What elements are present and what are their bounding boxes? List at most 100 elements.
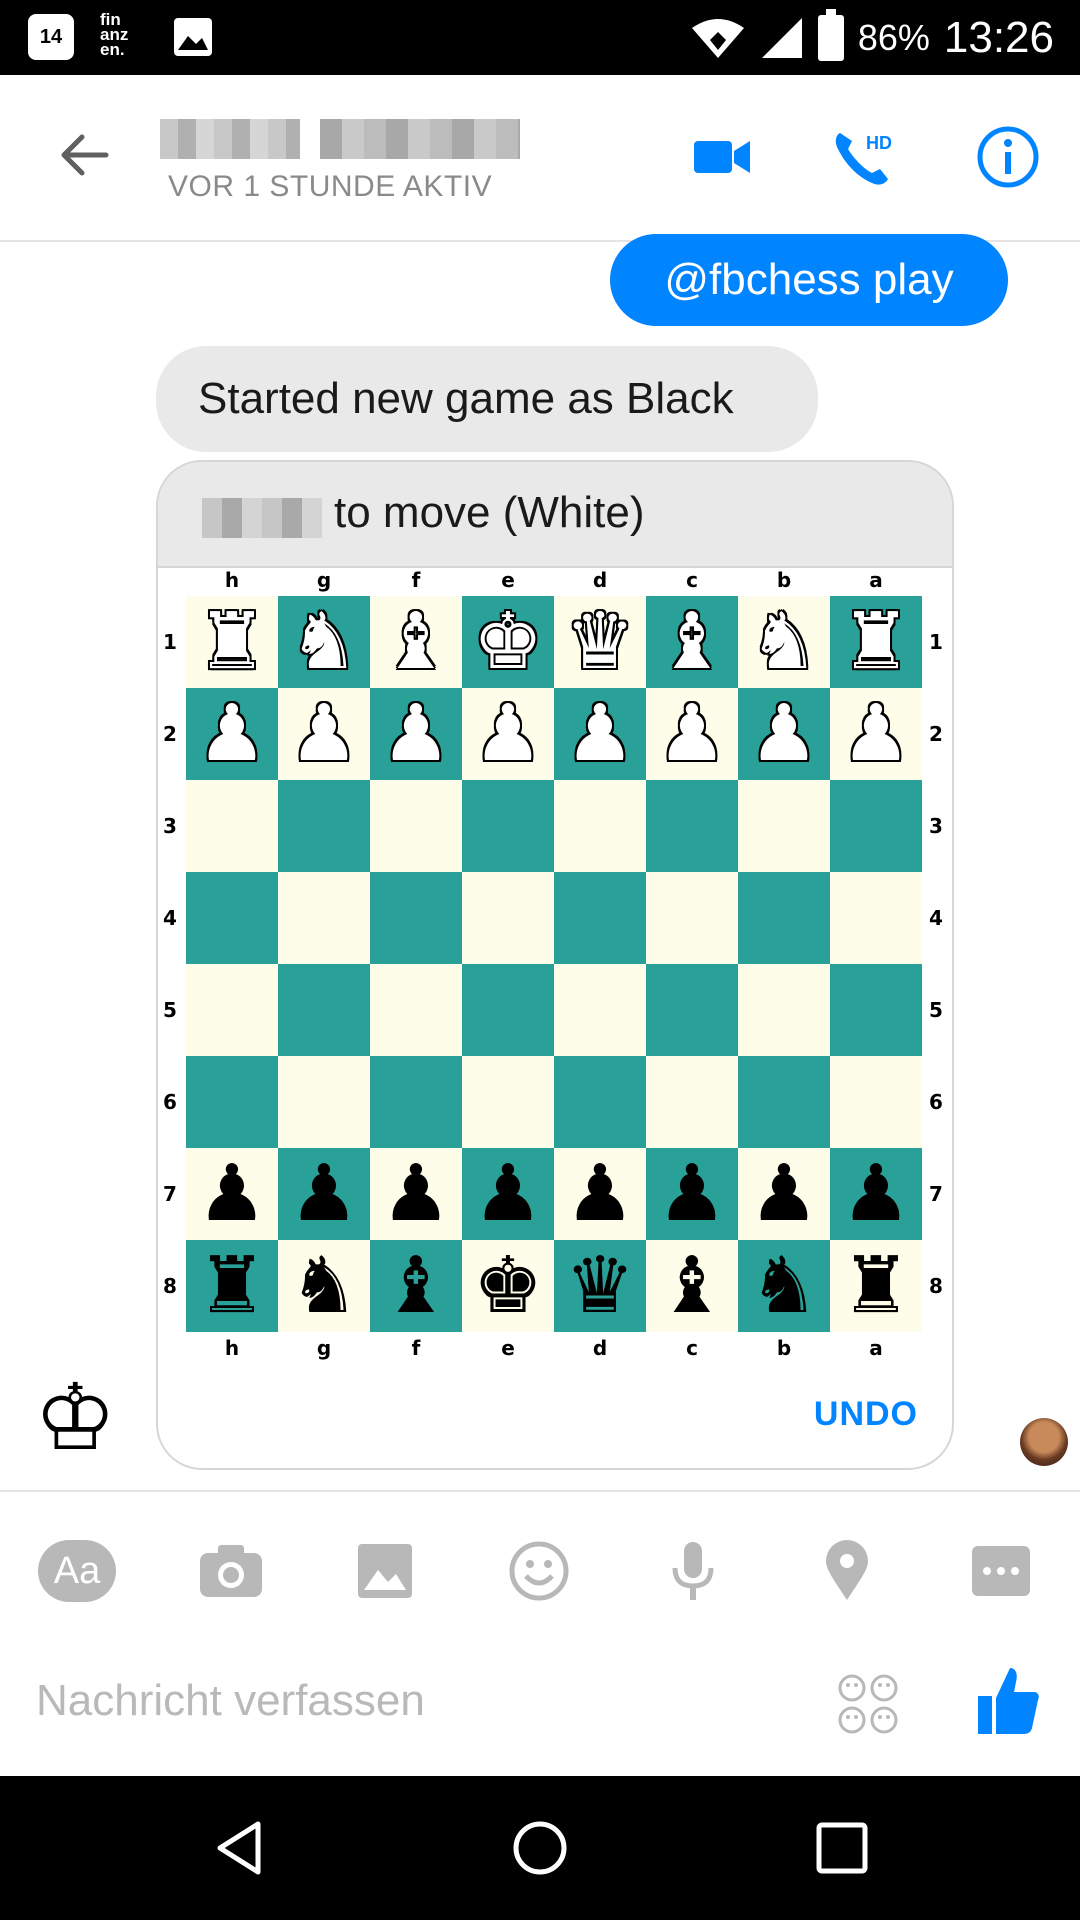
board-square-g6[interactable] [278,1056,370,1148]
board-square-b8[interactable]: ♞ [738,1240,830,1332]
board-square-h6[interactable] [186,1056,278,1148]
board-square-h7[interactable]: ♟ [186,1148,278,1240]
white-knight-piece[interactable]: ♞ [749,603,819,681]
board-square-c3[interactable] [646,780,738,872]
black-king-piece[interactable]: ♚ [473,1247,543,1325]
info-icon[interactable] [976,125,1040,189]
board-square-h8[interactable]: ♜ [186,1240,278,1332]
board-square-e5[interactable] [462,964,554,1056]
board-square-c7[interactable]: ♟ [646,1148,738,1240]
white-queen-piece[interactable]: ♛ [565,603,635,681]
black-bishop-piece[interactable]: ♝ [381,1247,451,1325]
black-knight-piece[interactable]: ♞ [749,1247,819,1325]
board-square-h1[interactable]: ♜ [186,596,278,688]
board-square-c5[interactable] [646,964,738,1056]
emoji-button[interactable] [500,1532,578,1610]
black-pawn-piece[interactable]: ♟ [197,1155,267,1233]
white-rook-piece[interactable]: ♜ [197,603,267,681]
gallery-button[interactable] [346,1532,424,1610]
white-rook-piece[interactable]: ♜ [841,603,911,681]
board-square-a8[interactable]: ♜ [830,1240,922,1332]
board-square-b5[interactable] [738,964,830,1056]
board-square-f6[interactable] [370,1056,462,1148]
camera-button[interactable] [192,1532,270,1610]
back-nav-icon[interactable] [212,1820,268,1876]
board-square-e1[interactable]: ♚ [462,596,554,688]
white-pawn-piece[interactable]: ♟ [841,695,911,773]
board-square-d5[interactable] [554,964,646,1056]
board-square-e4[interactable] [462,872,554,964]
black-knight-piece[interactable]: ♞ [289,1247,359,1325]
recents-nav-icon[interactable] [814,1820,870,1876]
white-pawn-piece[interactable]: ♟ [197,695,267,773]
board-square-g2[interactable]: ♟ [278,688,370,780]
board-square-d6[interactable] [554,1056,646,1148]
board-square-g4[interactable] [278,872,370,964]
board-square-d4[interactable] [554,872,646,964]
text-format-button[interactable]: Aa [38,1532,116,1610]
white-pawn-piece[interactable]: ♟ [473,695,543,773]
board-square-a7[interactable]: ♟ [830,1148,922,1240]
black-pawn-piece[interactable]: ♟ [749,1155,819,1233]
white-pawn-piece[interactable]: ♟ [565,695,635,773]
black-bishop-piece[interactable]: ♝ [657,1247,727,1325]
board-square-f5[interactable] [370,964,462,1056]
white-king-piece[interactable]: ♚ [473,603,543,681]
microphone-button[interactable] [654,1532,732,1610]
board-square-b3[interactable] [738,780,830,872]
board-square-a2[interactable]: ♟ [830,688,922,780]
hd-call-icon[interactable]: HD [830,125,894,189]
board-square-e6[interactable] [462,1056,554,1148]
board-square-g1[interactable]: ♞ [278,596,370,688]
more-button[interactable] [962,1532,1040,1610]
board-square-b1[interactable]: ♞ [738,596,830,688]
board-square-b4[interactable] [738,872,830,964]
board-square-f8[interactable]: ♝ [370,1240,462,1332]
white-knight-piece[interactable]: ♞ [289,603,359,681]
black-rook-piece[interactable]: ♜ [197,1247,267,1325]
black-pawn-piece[interactable]: ♟ [841,1155,911,1233]
white-bishop-piece[interactable]: ♝ [657,603,727,681]
board-square-b2[interactable]: ♟ [738,688,830,780]
board-square-g3[interactable] [278,780,370,872]
board-square-g8[interactable]: ♞ [278,1240,370,1332]
message-input[interactable]: Nachricht verfassen [36,1676,425,1726]
stickers-icon[interactable] [836,1672,900,1736]
board-square-a5[interactable] [830,964,922,1056]
board-square-c8[interactable]: ♝ [646,1240,738,1332]
video-call-icon[interactable] [690,125,754,189]
contact-name-blurred[interactable] [160,119,520,159]
black-pawn-piece[interactable]: ♟ [565,1155,635,1233]
board-square-d1[interactable]: ♛ [554,596,646,688]
board-square-a6[interactable] [830,1056,922,1148]
black-rook-piece[interactable]: ♜ [841,1247,911,1325]
thumbs-up-icon[interactable] [976,1664,1040,1736]
board-square-g5[interactable] [278,964,370,1056]
board-square-d7[interactable]: ♟ [554,1148,646,1240]
board-square-g7[interactable]: ♟ [278,1148,370,1240]
black-pawn-piece[interactable]: ♟ [473,1155,543,1233]
board-square-a3[interactable] [830,780,922,872]
board-square-f2[interactable]: ♟ [370,688,462,780]
black-pawn-piece[interactable]: ♟ [657,1155,727,1233]
board-square-c1[interactable]: ♝ [646,596,738,688]
board-square-a4[interactable] [830,872,922,964]
board-square-f7[interactable]: ♟ [370,1148,462,1240]
white-pawn-piece[interactable]: ♟ [749,695,819,773]
board-square-h4[interactable] [186,872,278,964]
black-queen-piece[interactable]: ♛ [565,1247,635,1325]
board-square-c6[interactable] [646,1056,738,1148]
board-square-c2[interactable]: ♟ [646,688,738,780]
board-square-b6[interactable] [738,1056,830,1148]
board-square-f4[interactable] [370,872,462,964]
board-square-h3[interactable] [186,780,278,872]
white-pawn-piece[interactable]: ♟ [381,695,451,773]
board-square-e2[interactable]: ♟ [462,688,554,780]
board-square-e8[interactable]: ♚ [462,1240,554,1332]
white-pawn-piece[interactable]: ♟ [289,695,359,773]
back-arrow-icon[interactable] [56,127,112,183]
black-pawn-piece[interactable]: ♟ [289,1155,359,1233]
white-bishop-piece[interactable]: ♝ [381,603,451,681]
board-square-c4[interactable] [646,872,738,964]
board-square-e3[interactable] [462,780,554,872]
